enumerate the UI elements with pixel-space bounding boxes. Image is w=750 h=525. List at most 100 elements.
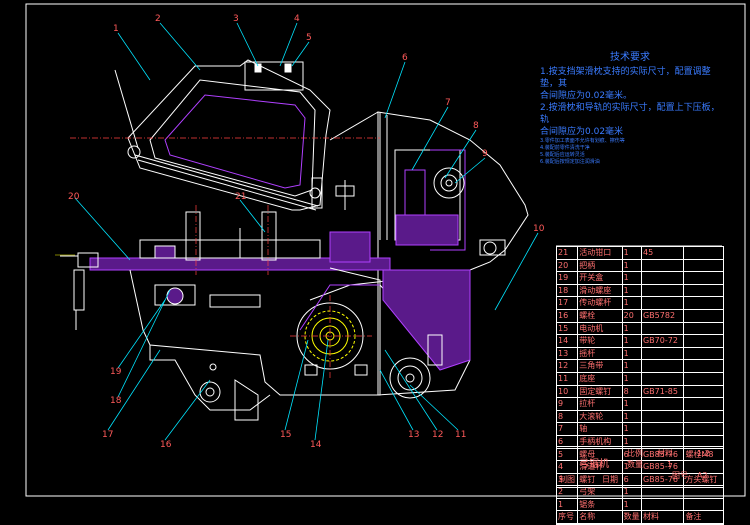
bom-cell: 1 bbox=[623, 410, 642, 423]
bom-row: 12 三角带 1 bbox=[557, 360, 723, 373]
bom-cell: 13 bbox=[557, 347, 579, 360]
bom-row: 17 传动螺杆 1 bbox=[557, 297, 723, 310]
bom-row: 15 电动机 1 bbox=[557, 322, 723, 336]
bom-cell bbox=[642, 398, 685, 410]
callout-14: 14 bbox=[310, 440, 322, 450]
leader-lines bbox=[74, 22, 539, 441]
bom-cell bbox=[684, 310, 723, 322]
callout-15: 15 bbox=[280, 430, 292, 440]
bom-row: 16 螺栓 20 GB5782 bbox=[557, 309, 723, 323]
bom-cell: 滑动螺座 bbox=[578, 284, 623, 297]
bom-header-row: 序号 名称 数量 材料 备注 bbox=[557, 511, 723, 525]
callout-2: 2 bbox=[155, 14, 161, 24]
bom-row: 13 摇杆 1 bbox=[557, 347, 723, 361]
saw-blade bbox=[114, 69, 139, 149]
bom-cell: 传动螺杆 bbox=[578, 297, 623, 309]
bom-cell bbox=[642, 284, 685, 297]
bom-cell bbox=[684, 285, 723, 297]
bom-cell: GB71-85 bbox=[642, 385, 685, 398]
bom-cell bbox=[684, 423, 723, 435]
bom-header-cell: 序号 bbox=[557, 511, 579, 524]
bom-cell: 12 bbox=[557, 360, 579, 372]
bom-cell bbox=[642, 347, 685, 360]
callout-17: 17 bbox=[102, 430, 114, 440]
callout-12: 12 bbox=[432, 430, 444, 440]
bom-cell: 1 bbox=[623, 322, 642, 335]
bom-cell: 15 bbox=[557, 322, 579, 335]
bom-cell: 1 bbox=[623, 297, 642, 309]
tech-note: 6.装配后按规定加注润滑油 bbox=[540, 159, 600, 165]
callout-8: 8 bbox=[473, 121, 479, 131]
bom-cell bbox=[684, 348, 723, 360]
bom-cell: 45 bbox=[642, 247, 685, 259]
bom-cell: 8 bbox=[623, 385, 642, 398]
callout-3: 3 bbox=[233, 14, 239, 24]
bom-row: 14 带轮 1 GB70-72 bbox=[557, 335, 723, 348]
bom-cell: 2 bbox=[557, 486, 579, 498]
bom-cell bbox=[684, 499, 723, 511]
bom-cell: 1 bbox=[623, 259, 642, 272]
bom-cell: 17 bbox=[557, 297, 579, 309]
callout-16: 16 bbox=[160, 440, 172, 450]
sheet-label: 图号 bbox=[672, 471, 688, 480]
title-block: 弓锯机 比例 1:2 数量 1 图号 A2 材料 制图 日期 bbox=[556, 446, 724, 488]
bom-cell bbox=[642, 498, 685, 511]
bom-cell: 大滚轮 bbox=[578, 410, 623, 423]
bom-cell: 固定螺钉 bbox=[578, 385, 623, 398]
bom-header-cell: 备注 bbox=[685, 512, 702, 522]
bom-cell: GB70-72 bbox=[642, 335, 685, 347]
callout-13: 13 bbox=[408, 430, 420, 440]
bom-cell: 20 bbox=[623, 309, 642, 322]
bom-cell bbox=[684, 260, 723, 272]
tech-note: 5.装配后应运转灵活 bbox=[540, 152, 585, 158]
bom-cell: 1 bbox=[623, 423, 642, 435]
bom-cell: 1 bbox=[623, 284, 642, 297]
bom-row: 21 活动钳口 1 45 bbox=[557, 247, 723, 260]
bom-cell bbox=[642, 259, 685, 272]
bom-cell: 拉杆 bbox=[578, 398, 623, 410]
bom-cell: 19 bbox=[557, 272, 579, 284]
bom-cell: 8 bbox=[557, 410, 579, 423]
callout-6: 6 bbox=[402, 53, 408, 63]
bom-cell: 14 bbox=[557, 335, 579, 347]
bom-row: 18 滑动螺座 1 bbox=[557, 284, 723, 298]
bom-cell: 1 bbox=[623, 272, 642, 284]
ratio-label: 比例 bbox=[627, 449, 643, 458]
bom-cell: 10 bbox=[557, 385, 579, 398]
bom-header-cell: 名称 bbox=[578, 511, 623, 524]
callout-9: 9 bbox=[482, 149, 488, 159]
bom-cell: 18 bbox=[557, 284, 579, 297]
tech-line: 2.按滑枕和导轨的实际尺寸，配置上下压板，轨 bbox=[540, 103, 720, 125]
callout-1: 1 bbox=[113, 24, 119, 34]
bom-cell bbox=[684, 386, 723, 398]
qty-label: 数量 bbox=[627, 460, 643, 469]
bom-cell: 螺栓 bbox=[578, 309, 623, 322]
bom-cell: 20 bbox=[557, 259, 579, 272]
bom-cell: 11 bbox=[557, 372, 579, 385]
bom-cell bbox=[684, 272, 723, 284]
bom-row: 9 拉杆 1 bbox=[557, 398, 723, 411]
bom-cell: 三角带 bbox=[578, 360, 623, 372]
bom-cell: 1 bbox=[623, 360, 642, 372]
bom-cell: 开关盒 bbox=[578, 272, 623, 284]
callout-10: 10 bbox=[533, 224, 545, 234]
drawing-name: 弓锯机 bbox=[579, 459, 609, 470]
bom-cell: 1 bbox=[623, 372, 642, 385]
bom-cell: 1 bbox=[623, 335, 642, 347]
bom-cell: 摇杆 bbox=[578, 347, 623, 360]
bom-cell: 1 bbox=[623, 398, 642, 410]
callout-5: 5 bbox=[306, 33, 312, 43]
saw-bow bbox=[127, 59, 331, 211]
bom-cell bbox=[642, 423, 685, 435]
bom-cell: GB5782 bbox=[642, 309, 685, 322]
bom-cell bbox=[642, 322, 685, 335]
bom-cell: 底座 bbox=[578, 372, 623, 385]
tech-line: 1.按支挡架滑枕支持的实际尺寸，配置调整垫，其 bbox=[540, 67, 711, 89]
bom-cell bbox=[642, 272, 685, 284]
bom-cell bbox=[684, 398, 723, 410]
bom-row: 20 把柄 1 bbox=[557, 259, 723, 273]
bom-cell: 电动机 bbox=[578, 322, 623, 335]
bom-cell bbox=[684, 247, 723, 259]
bom-cell: 9 bbox=[557, 398, 579, 410]
bom-cell: 1 bbox=[623, 498, 642, 511]
